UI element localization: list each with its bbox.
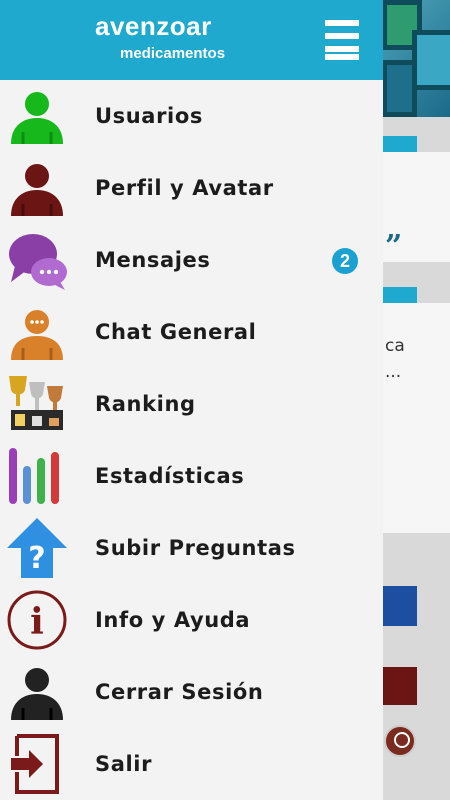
menu-item-label: Usuarios — [95, 104, 203, 128]
brand-name: avenzoar — [95, 11, 212, 41]
menu-item-info-ayuda[interactable]: i Info y Ayuda — [0, 584, 383, 656]
menu-item-label: Cerrar Sesión — [95, 680, 264, 704]
svg-text:i: i — [30, 601, 44, 643]
menu-item-label: Mensajes — [95, 248, 211, 272]
profile-icon — [11, 164, 63, 216]
unread-messages-badge: 2 — [332, 248, 358, 274]
app-header: avenzoar medicamentos — [0, 0, 383, 80]
messages-icon — [9, 234, 67, 290]
background-red-block — [383, 667, 417, 705]
background-card-strip — [383, 136, 417, 152]
exit-icon — [11, 734, 59, 794]
menu-item-label: Info y Ayuda — [95, 608, 251, 632]
info-icon: i — [7, 590, 67, 650]
users-icon — [11, 92, 63, 144]
menu-item-perfil[interactable]: Perfil y Avatar — [0, 152, 383, 224]
svg-text:?: ? — [28, 541, 45, 576]
menu-item-ranking[interactable]: Ranking — [0, 368, 383, 440]
background-quote-mark: ” — [385, 229, 403, 264]
menu-item-label: Chat General — [95, 320, 257, 344]
navigation-drawer: Usuarios Perfil y Avatar Mensajes 2 Chat… — [0, 80, 383, 800]
hamburger-menu-icon[interactable] — [325, 20, 359, 60]
menu-item-salir[interactable]: Salir — [0, 728, 383, 800]
menu-item-cerrar-sesion[interactable]: Cerrar Sesión — [0, 656, 383, 728]
menu-item-label: Salir — [95, 752, 153, 776]
background-text-2: ... — [385, 362, 402, 382]
upload-question-icon: ? — [7, 518, 67, 578]
menu-item-label: Ranking — [95, 392, 196, 416]
background-text-1: ca — [385, 336, 405, 356]
menu-item-label: Subir Preguntas — [95, 536, 296, 560]
trophy-icon — [9, 376, 63, 430]
menu-item-estadisticas[interactable]: Estadísticas — [0, 440, 383, 512]
background-avatar — [384, 725, 416, 757]
brand-subtitle: medicamentos — [120, 45, 226, 62]
menu-item-subir-preguntas[interactable]: ? Subir Preguntas — [0, 512, 383, 584]
background-card-strip-2 — [383, 287, 417, 303]
menu-item-mensajes[interactable]: Mensajes 2 — [0, 224, 383, 296]
chat-general-icon — [11, 310, 63, 360]
background-blue-block — [383, 586, 417, 626]
menu-item-label: Estadísticas — [95, 464, 245, 488]
menu-item-usuarios[interactable]: Usuarios — [0, 80, 383, 152]
statistics-icon — [9, 448, 59, 504]
logout-user-icon — [11, 668, 63, 720]
menu-item-chat-general[interactable]: Chat General — [0, 296, 383, 368]
menu-item-label: Perfil y Avatar — [95, 176, 274, 200]
